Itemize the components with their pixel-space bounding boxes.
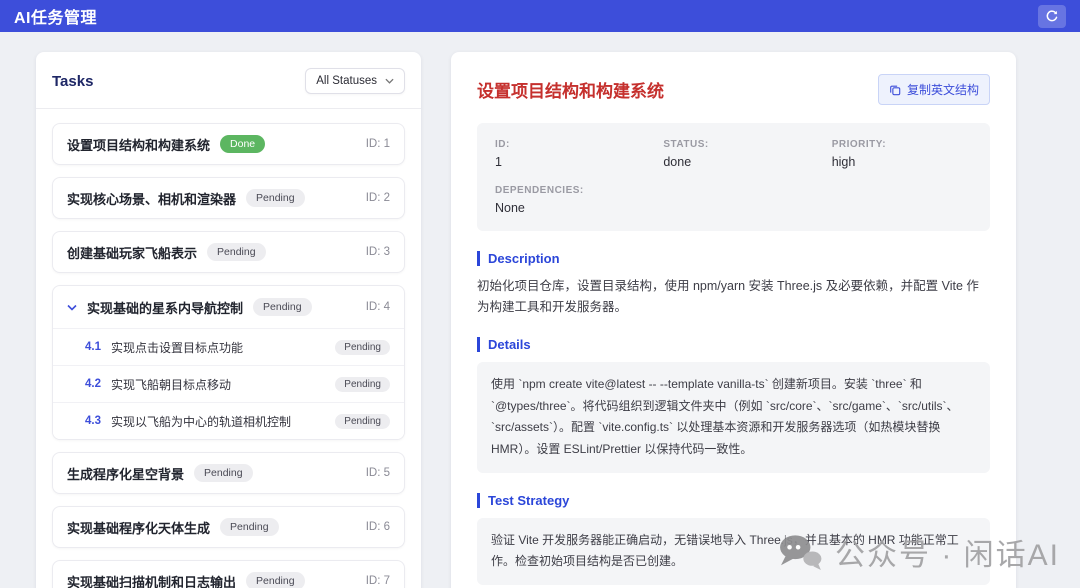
task-title: 实现核心场景、相机和渲染器 [67, 189, 236, 208]
status-filter-select[interactable]: All Statuses [305, 68, 405, 94]
task-title: 实现基础程序化天体生成 [67, 518, 210, 537]
task-title: 设置项目结构和构建系统 [67, 135, 210, 154]
subtask-row[interactable]: 4.1 实现点击设置目标点功能 Pending [53, 328, 404, 365]
task-group-expanded: 实现基础的星系内导航控制 Pending ID: 4 4.1 实现点击设置目标点… [52, 285, 405, 440]
chevron-down-icon[interactable] [67, 304, 77, 311]
description-text: 初始化项目仓库，设置目录结构，使用 npm/yarn 安装 Three.js 及… [477, 276, 990, 317]
meta-id-value: 1 [495, 155, 663, 169]
test-strategy-section: Test Strategy 验证 Vite 开发服务器能正确启动，无错误地导入 … [477, 493, 990, 585]
meta-status-value: done [663, 155, 831, 169]
task-list: 设置项目结构和构建系统 Done ID: 1 实现核心场景、相机和渲染器 Pen… [52, 123, 405, 588]
meta-status-label: STATUS: [663, 139, 831, 150]
task-id: ID: 2 [366, 192, 390, 204]
subtask-number: 4.1 [85, 341, 101, 353]
subtask-row[interactable]: 4.3 实现以飞船为中心的轨道相机控制 Pending [53, 402, 404, 439]
refresh-button[interactable] [1038, 5, 1066, 28]
test-strategy-text: 验证 Vite 开发服务器能正确启动，无错误地导入 Three.js，并且基本的… [477, 518, 990, 585]
details-section: Details 使用 `npm create vite@latest -- --… [477, 337, 990, 472]
copy-english-button[interactable]: 复制英文结构 [878, 74, 990, 105]
status-badge: Pending [246, 189, 305, 207]
app-header: AI任务管理 [0, 0, 1080, 32]
details-text: 使用 `npm create vite@latest -- --template… [477, 362, 990, 472]
meta-priority-value: high [832, 155, 972, 169]
refresh-icon [1045, 9, 1059, 23]
task-id: ID: 1 [366, 138, 390, 150]
task-row[interactable]: 实现基础扫描机制和日志输出 Pending ID: 7 [52, 560, 405, 588]
task-detail-title: 设置项目结构和构建系统 [477, 77, 664, 102]
task-detail-panel: 设置项目结构和构建系统 复制英文结构 ID: 1 STATUS: [451, 52, 1016, 588]
meta-id-label: ID: [495, 139, 663, 150]
status-filter-value: All Statuses [316, 75, 377, 87]
subtask-title: 实现点击设置目标点功能 [111, 339, 243, 356]
task-title: 实现基础扫描机制和日志输出 [67, 572, 236, 588]
app-title: AI任务管理 [14, 4, 97, 28]
meta-dependencies: DEPENDENCIES: None [495, 185, 972, 215]
task-id: ID: 7 [366, 575, 390, 587]
chevron-down-icon [385, 78, 394, 84]
subtask-title: 实现飞船朝目标点移动 [111, 376, 231, 393]
task-row[interactable]: 实现基础的星系内导航控制 Pending ID: 4 [53, 286, 404, 328]
description-heading: Description [477, 251, 990, 266]
meta-priority-label: PRIORITY: [832, 139, 972, 150]
status-badge: Pending [335, 340, 390, 355]
task-id: ID: 3 [366, 246, 390, 258]
tasks-heading: Tasks [52, 73, 93, 90]
tasks-panel: Tasks All Statuses 设置项目结构和构建系统 Done ID: … [36, 52, 421, 588]
meta-dependencies-label: DEPENDENCIES: [495, 185, 972, 196]
detail-header: 设置项目结构和构建系统 复制英文结构 [477, 74, 990, 105]
task-row[interactable]: 实现核心场景、相机和渲染器 Pending ID: 2 [52, 177, 405, 219]
description-section: Description 初始化项目仓库，设置目录结构，使用 npm/yarn 安… [477, 251, 990, 317]
task-id: ID: 4 [366, 301, 390, 313]
subtask-row[interactable]: 4.2 实现飞船朝目标点移动 Pending [53, 365, 404, 402]
task-id: ID: 6 [366, 521, 390, 533]
subtask-number: 4.3 [85, 415, 101, 427]
task-row[interactable]: 生成程序化星空背景 Pending ID: 5 [52, 452, 405, 494]
task-title: 实现基础的星系内导航控制 [87, 298, 243, 317]
task-title: 创建基础玩家飞船表示 [67, 243, 197, 262]
meta-id: ID: 1 [495, 139, 663, 169]
status-badge: Pending [335, 414, 390, 429]
status-badge: Pending [246, 572, 305, 588]
subtask-number: 4.2 [85, 378, 101, 390]
copy-icon [889, 84, 901, 96]
status-badge: Pending [335, 377, 390, 392]
status-badge: Done [220, 135, 265, 153]
subtask-title: 实现以飞船为中心的轨道相机控制 [111, 413, 291, 430]
task-title: 生成程序化星空背景 [67, 464, 184, 483]
status-badge: Pending [194, 464, 253, 482]
meta-status: STATUS: done [663, 139, 831, 169]
test-strategy-heading: Test Strategy [477, 493, 990, 508]
status-badge: Pending [220, 518, 279, 536]
tasks-panel-header: Tasks All Statuses [36, 68, 421, 109]
task-row[interactable]: 创建基础玩家飞船表示 Pending ID: 3 [52, 231, 405, 273]
task-row[interactable]: 实现基础程序化天体生成 Pending ID: 6 [52, 506, 405, 548]
task-id: ID: 5 [366, 467, 390, 479]
main-content: Tasks All Statuses 设置项目结构和构建系统 Done ID: … [0, 32, 1080, 588]
task-meta-box: ID: 1 STATUS: done PRIORITY: high DEPEND… [477, 123, 990, 231]
meta-dependencies-value: None [495, 201, 972, 215]
task-row[interactable]: 设置项目结构和构建系统 Done ID: 1 [52, 123, 405, 165]
copy-english-label: 复制英文结构 [907, 81, 979, 98]
status-badge: Pending [253, 298, 312, 316]
status-badge: Pending [207, 243, 266, 261]
details-heading: Details [477, 337, 990, 352]
meta-priority: PRIORITY: high [832, 139, 972, 169]
